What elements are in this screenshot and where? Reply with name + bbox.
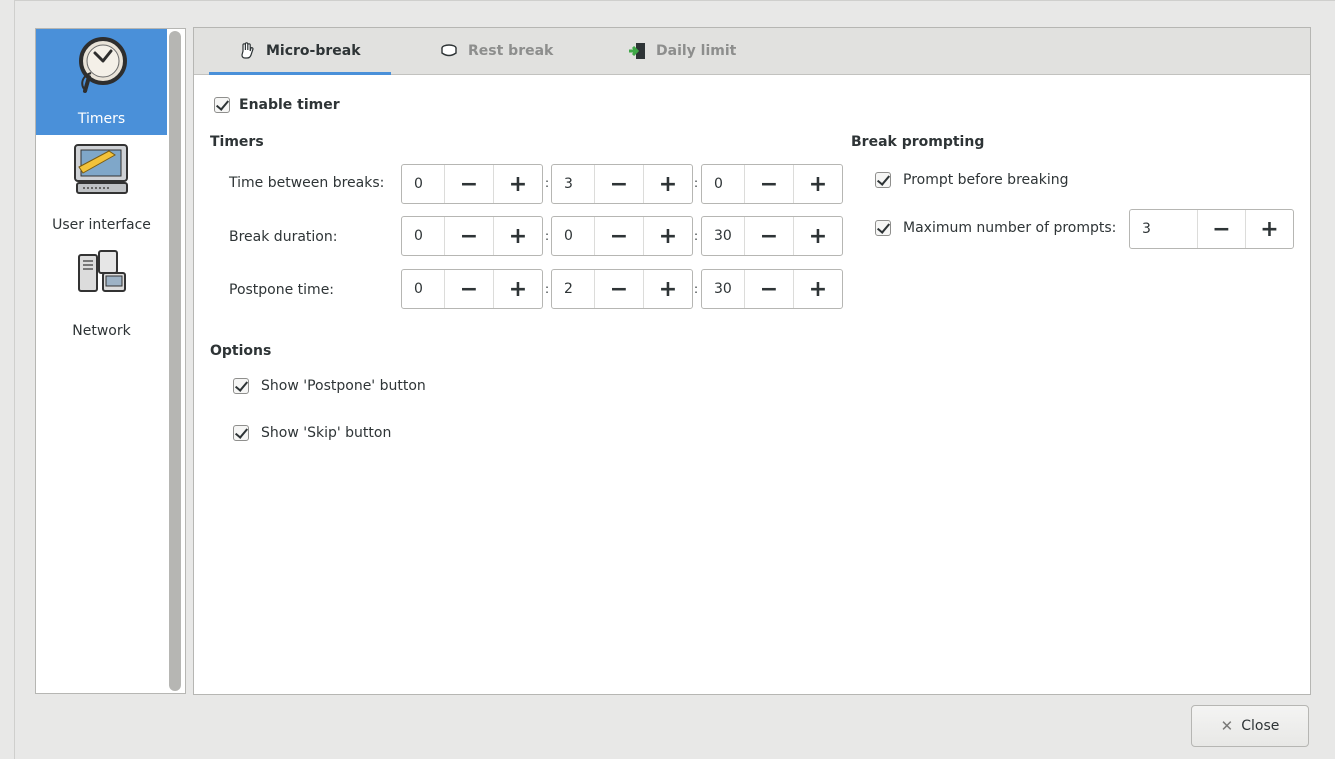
- increment-button[interactable]: +: [643, 165, 692, 203]
- time-separator: :: [694, 229, 699, 243]
- sidebar-item-label: User interface: [52, 217, 151, 233]
- show-skip-label: Show 'Skip' button: [261, 425, 392, 441]
- check-icon[interactable]: [233, 425, 249, 441]
- max-prompts-spin[interactable]: 3 − +: [1129, 209, 1294, 249]
- increment-button[interactable]: +: [793, 270, 842, 308]
- show-postpone-checkbox[interactable]: Show 'Postpone' button: [233, 378, 426, 394]
- spin-value[interactable]: 0: [552, 217, 594, 255]
- spin-value[interactable]: 0: [702, 165, 744, 203]
- network-icon: [78, 250, 126, 292]
- break-duration-hours-spin[interactable]: 0 − +: [401, 216, 543, 256]
- cup-icon: [441, 44, 457, 57]
- close-button[interactable]: ✕ Close: [1191, 705, 1309, 747]
- tab-micro-break[interactable]: Micro-break: [209, 28, 391, 75]
- postpone-time-seconds-spin[interactable]: 30 − +: [701, 269, 843, 309]
- spin-value[interactable]: 3: [1130, 210, 1197, 248]
- decrement-button[interactable]: −: [744, 270, 793, 308]
- sidebar-item-timers[interactable]: Timers: [36, 29, 167, 135]
- tab-bar: Micro-break Rest break Daily limit: [194, 28, 1310, 75]
- time-separator: :: [545, 282, 550, 296]
- increment-button[interactable]: +: [493, 270, 542, 308]
- decrement-button[interactable]: −: [594, 165, 643, 203]
- time-separator: :: [694, 176, 699, 190]
- increment-button[interactable]: +: [1244, 210, 1293, 248]
- enable-timer-checkbox[interactable]: Enable timer: [214, 97, 340, 113]
- decrement-button[interactable]: −: [444, 165, 493, 203]
- time-separator: :: [545, 176, 550, 190]
- break-duration-label: Break duration:: [229, 229, 338, 245]
- max-prompts-label: Maximum number of prompts:: [903, 220, 1117, 236]
- spin-value[interactable]: 2: [552, 270, 594, 308]
- tab-label: Micro-break: [266, 43, 361, 59]
- hand-icon: [241, 42, 254, 59]
- postpone-time-label: Postpone time:: [229, 282, 335, 298]
- decrement-button[interactable]: −: [444, 217, 493, 255]
- decrement-button[interactable]: −: [594, 270, 643, 308]
- tab-label: Daily limit: [656, 43, 737, 59]
- postpone-time-hours-spin[interactable]: 0 − +: [401, 269, 543, 309]
- tab-rest-break[interactable]: Rest break: [440, 28, 553, 74]
- spin-value[interactable]: 3: [552, 165, 594, 203]
- spin-value[interactable]: 0: [402, 165, 444, 203]
- clock-icon: [79, 37, 127, 93]
- increment-button[interactable]: +: [493, 165, 542, 203]
- decrement-button[interactable]: −: [744, 217, 793, 255]
- sidebar-item-user-interface[interactable]: User interface: [36, 135, 167, 241]
- break-duration-minutes-spin[interactable]: 0 − +: [551, 216, 693, 256]
- time-between-breaks-hours-spin[interactable]: 0 − +: [401, 164, 543, 204]
- sidebar-item-label: Timers: [77, 111, 126, 127]
- spin-value[interactable]: 30: [702, 270, 744, 308]
- check-icon[interactable]: [233, 378, 249, 394]
- sidebar: Timers User interface Network: [35, 28, 186, 694]
- decrement-button[interactable]: −: [444, 270, 493, 308]
- time-separator: :: [545, 229, 550, 243]
- postpone-time-minutes-spin[interactable]: 2 − +: [551, 269, 693, 309]
- increment-button[interactable]: +: [643, 217, 692, 255]
- spin-value[interactable]: 0: [402, 270, 444, 308]
- decrement-button[interactable]: −: [744, 165, 793, 203]
- break-prompting-section-title: Break prompting: [851, 134, 985, 150]
- enable-timer-label: Enable timer: [239, 97, 340, 113]
- increment-button[interactable]: +: [793, 217, 842, 255]
- close-button-label: Close: [1241, 718, 1280, 734]
- time-separator: :: [694, 282, 699, 296]
- time-between-breaks-seconds-spin[interactable]: 0 − +: [701, 164, 843, 204]
- sidebar-item-network[interactable]: Network: [36, 241, 167, 347]
- break-duration-seconds-spin[interactable]: 30 − +: [701, 216, 843, 256]
- prompt-before-breaking-checkbox[interactable]: Prompt before breaking: [875, 172, 1068, 188]
- check-icon[interactable]: [214, 97, 230, 113]
- time-between-breaks-minutes-spin[interactable]: 3 − +: [551, 164, 693, 204]
- check-icon[interactable]: [875, 220, 891, 236]
- decrement-button[interactable]: −: [594, 217, 643, 255]
- increment-button[interactable]: +: [793, 165, 842, 203]
- settings-notebook: Micro-break Rest break Daily limit: [193, 27, 1311, 695]
- decrement-button[interactable]: −: [1196, 210, 1245, 248]
- monitor-icon: [74, 144, 128, 194]
- tab-daily-limit[interactable]: Daily limit: [628, 28, 736, 74]
- increment-button[interactable]: +: [493, 217, 542, 255]
- timers-section-title: Timers: [210, 134, 264, 150]
- increment-button[interactable]: +: [643, 270, 692, 308]
- prompt-before-breaking-label: Prompt before breaking: [903, 172, 1069, 188]
- show-skip-checkbox[interactable]: Show 'Skip' button: [233, 425, 391, 441]
- spin-value[interactable]: 0: [402, 217, 444, 255]
- close-icon: ✕: [1220, 717, 1234, 735]
- exit-icon: [629, 43, 645, 59]
- sidebar-item-label: Network: [72, 323, 131, 339]
- options-section-title: Options: [210, 343, 272, 359]
- tab-label: Rest break: [468, 43, 554, 59]
- show-postpone-label: Show 'Postpone' button: [261, 378, 426, 394]
- spin-value[interactable]: 30: [702, 217, 744, 255]
- time-between-breaks-label: Time between breaks:: [229, 175, 385, 191]
- sidebar-scrollbar[interactable]: [169, 31, 181, 691]
- check-icon[interactable]: [875, 172, 891, 188]
- max-prompts-checkbox[interactable]: Maximum number of prompts:: [875, 220, 1116, 236]
